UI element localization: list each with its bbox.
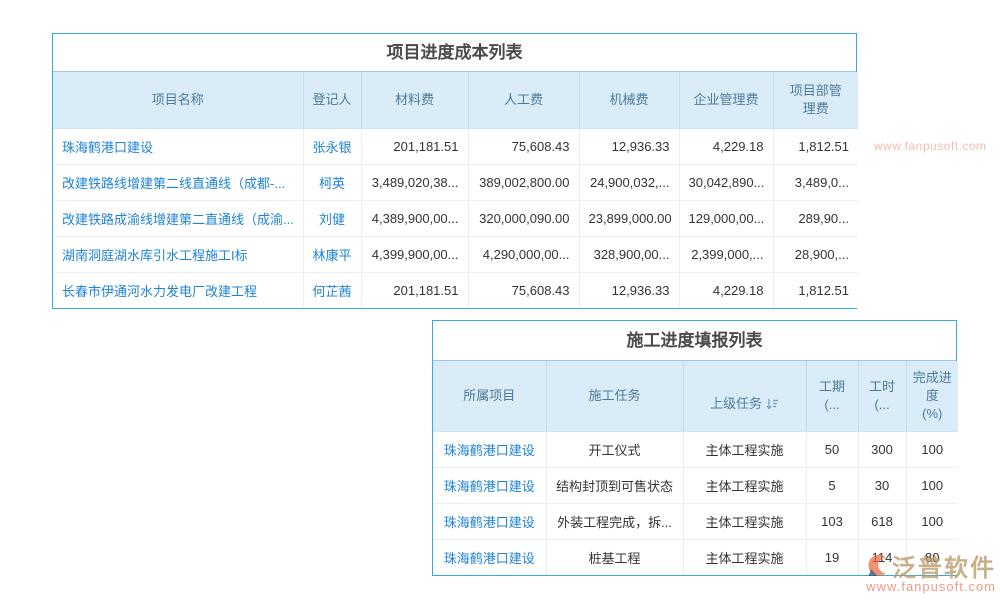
cost-list-panel: 项目进度成本列表 项目名称 登记人 材料费 人工费 机械费 企业管理费 项目部管… bbox=[52, 33, 857, 309]
registrant-link[interactable]: 何芷茜 bbox=[303, 272, 361, 308]
machinery-cost-value: 12,936.33 bbox=[579, 128, 679, 164]
registrant-link[interactable]: 刘健 bbox=[303, 200, 361, 236]
watermark-brand-block: 泛普软件 www.fanpusoft.com bbox=[864, 552, 996, 594]
fanpu-logo-icon bbox=[864, 552, 890, 578]
table-row: 珠海鹤港口建设 外装工程完成，拆... 主体工程实施 103 618 100 bbox=[433, 503, 958, 539]
col-header-duration: 工期 (... bbox=[806, 361, 858, 431]
progress-value: 100 bbox=[906, 431, 958, 467]
col-header-project-name: 项目名称 bbox=[53, 72, 303, 128]
cost-header-row: 项目名称 登记人 材料费 人工费 机械费 企业管理费 项目部管 理费 bbox=[53, 72, 858, 128]
machinery-cost-value: 23,899,000.00 bbox=[579, 200, 679, 236]
progress-report-panel: 施工进度填报列表 所属项目 施工任务 上级任务 工期 (... 工时 (... … bbox=[432, 320, 957, 576]
table-row: 湖南洞庭湖水库引水工程施工I标 林康平 4,399,900,00... 4,29… bbox=[53, 236, 858, 272]
material-cost-value: 201,181.51 bbox=[361, 272, 468, 308]
table-row: 长春市伊通河水力发电厂改建工程 何芷茜 201,181.51 75,608.43… bbox=[53, 272, 858, 308]
col-header-labor-cost: 人工费 bbox=[468, 72, 579, 128]
task-name: 桩基工程 bbox=[546, 539, 683, 575]
machinery-cost-value: 24,900,032,... bbox=[579, 164, 679, 200]
progress-header-row: 所属项目 施工任务 上级任务 工期 (... 工时 (... 完成进 度 (%) bbox=[433, 361, 958, 431]
parent-task-name: 主体工程实施 bbox=[683, 467, 806, 503]
parent-project-link[interactable]: 珠海鹤港口建设 bbox=[433, 503, 546, 539]
labor-cost-value: 320,000,090.00 bbox=[468, 200, 579, 236]
table-row: 珠海鹤港口建设 张永银 201,181.51 75,608.43 12,936.… bbox=[53, 128, 858, 164]
table-row: 改建铁路成渝线增建第二直通线（成渝... 刘健 4,389,900,00... … bbox=[53, 200, 858, 236]
parent-task-name: 主体工程实施 bbox=[683, 539, 806, 575]
col-header-enterprise-mgmt-fee: 企业管理费 bbox=[679, 72, 773, 128]
project-name-link[interactable]: 长春市伊通河水力发电厂改建工程 bbox=[53, 272, 303, 308]
col-header-parent-project: 所属项目 bbox=[433, 361, 546, 431]
duration-value: 103 bbox=[806, 503, 858, 539]
progress-value: 100 bbox=[906, 503, 958, 539]
labor-cost-value: 4,290,000,00... bbox=[468, 236, 579, 272]
work-hours-value: 300 bbox=[858, 431, 906, 467]
project-name-link[interactable]: 改建铁路成渝线增建第二直通线（成渝... bbox=[53, 200, 303, 236]
dept-fee-value: 289,90... bbox=[773, 200, 858, 236]
task-name: 外装工程完成，拆... bbox=[546, 503, 683, 539]
parent-project-link[interactable]: 珠海鹤港口建设 bbox=[433, 539, 546, 575]
enterprise-fee-value: 129,000,00... bbox=[679, 200, 773, 236]
parent-project-link[interactable]: 珠海鹤港口建设 bbox=[433, 431, 546, 467]
material-cost-value: 4,399,900,00... bbox=[361, 236, 468, 272]
enterprise-fee-value: 4,229.18 bbox=[679, 272, 773, 308]
dept-fee-value: 1,812.51 bbox=[773, 272, 858, 308]
dept-fee-value: 28,900,... bbox=[773, 236, 858, 272]
registrant-link[interactable]: 柯英 bbox=[303, 164, 361, 200]
table-row: 改建铁路线增建第二线直通线（成都-... 柯英 3,489,020,38... … bbox=[53, 164, 858, 200]
table-row: 珠海鹤港口建设 结构封顶到可售状态 主体工程实施 5 30 100 bbox=[433, 467, 958, 503]
dept-fee-value: 1,812.51 bbox=[773, 128, 858, 164]
cost-list-title: 项目进度成本列表 bbox=[53, 34, 856, 72]
registrant-link[interactable]: 张永银 bbox=[303, 128, 361, 164]
col-header-dept-mgmt-fee: 项目部管 理费 bbox=[773, 72, 858, 128]
enterprise-fee-value: 30,042,890... bbox=[679, 164, 773, 200]
cost-list-table: 项目名称 登记人 材料费 人工费 机械费 企业管理费 项目部管 理费 珠海鹤港口… bbox=[53, 72, 858, 308]
project-name-link[interactable]: 改建铁路线增建第二线直通线（成都-... bbox=[53, 164, 303, 200]
col-header-parent-task[interactable]: 上级任务 bbox=[683, 361, 806, 431]
work-hours-value: 618 bbox=[858, 503, 906, 539]
col-header-machinery-cost: 机械费 bbox=[579, 72, 679, 128]
duration-value: 50 bbox=[806, 431, 858, 467]
watermark-url-top: www.fanpusoft.com bbox=[874, 139, 987, 153]
material-cost-value: 4,389,900,00... bbox=[361, 200, 468, 236]
labor-cost-value: 75,608.43 bbox=[468, 128, 579, 164]
col-header-construction-task: 施工任务 bbox=[546, 361, 683, 431]
parent-project-link[interactable]: 珠海鹤港口建设 bbox=[433, 467, 546, 503]
parent-task-name: 主体工程实施 bbox=[683, 431, 806, 467]
progress-report-table: 所属项目 施工任务 上级任务 工期 (... 工时 (... 完成进 度 (%)… bbox=[433, 361, 958, 575]
col-header-material-cost: 材料费 bbox=[361, 72, 468, 128]
progress-value: 100 bbox=[906, 467, 958, 503]
enterprise-fee-value: 2,399,000,... bbox=[679, 236, 773, 272]
task-name: 开工仪式 bbox=[546, 431, 683, 467]
machinery-cost-value: 12,936.33 bbox=[579, 272, 679, 308]
enterprise-fee-value: 4,229.18 bbox=[679, 128, 773, 164]
project-name-link[interactable]: 湖南洞庭湖水库引水工程施工I标 bbox=[53, 236, 303, 272]
labor-cost-value: 75,608.43 bbox=[468, 272, 579, 308]
labor-cost-value: 389,002,800.00 bbox=[468, 164, 579, 200]
dept-fee-value: 3,489,0... bbox=[773, 164, 858, 200]
watermark-brand-name: 泛普软件 bbox=[892, 548, 996, 583]
project-name-link[interactable]: 珠海鹤港口建设 bbox=[53, 128, 303, 164]
col-header-work-hours: 工时 (... bbox=[858, 361, 906, 431]
progress-report-title: 施工进度填报列表 bbox=[433, 321, 956, 361]
material-cost-value: 201,181.51 bbox=[361, 128, 468, 164]
machinery-cost-value: 328,900,00... bbox=[579, 236, 679, 272]
work-hours-value: 30 bbox=[858, 467, 906, 503]
parent-task-label: 上级任务 bbox=[710, 396, 762, 411]
watermark-url-bottom: www.fanpusoft.com bbox=[864, 579, 996, 594]
col-header-registrant: 登记人 bbox=[303, 72, 361, 128]
table-row: 珠海鹤港口建设 开工仪式 主体工程实施 50 300 100 bbox=[433, 431, 958, 467]
col-header-completion-progress: 完成进 度 (%) bbox=[906, 361, 958, 431]
sort-descending-icon[interactable] bbox=[766, 397, 779, 415]
duration-value: 19 bbox=[806, 539, 858, 575]
task-name: 结构封顶到可售状态 bbox=[546, 467, 683, 503]
parent-task-name: 主体工程实施 bbox=[683, 503, 806, 539]
duration-value: 5 bbox=[806, 467, 858, 503]
material-cost-value: 3,489,020,38... bbox=[361, 164, 468, 200]
registrant-link[interactable]: 林康平 bbox=[303, 236, 361, 272]
